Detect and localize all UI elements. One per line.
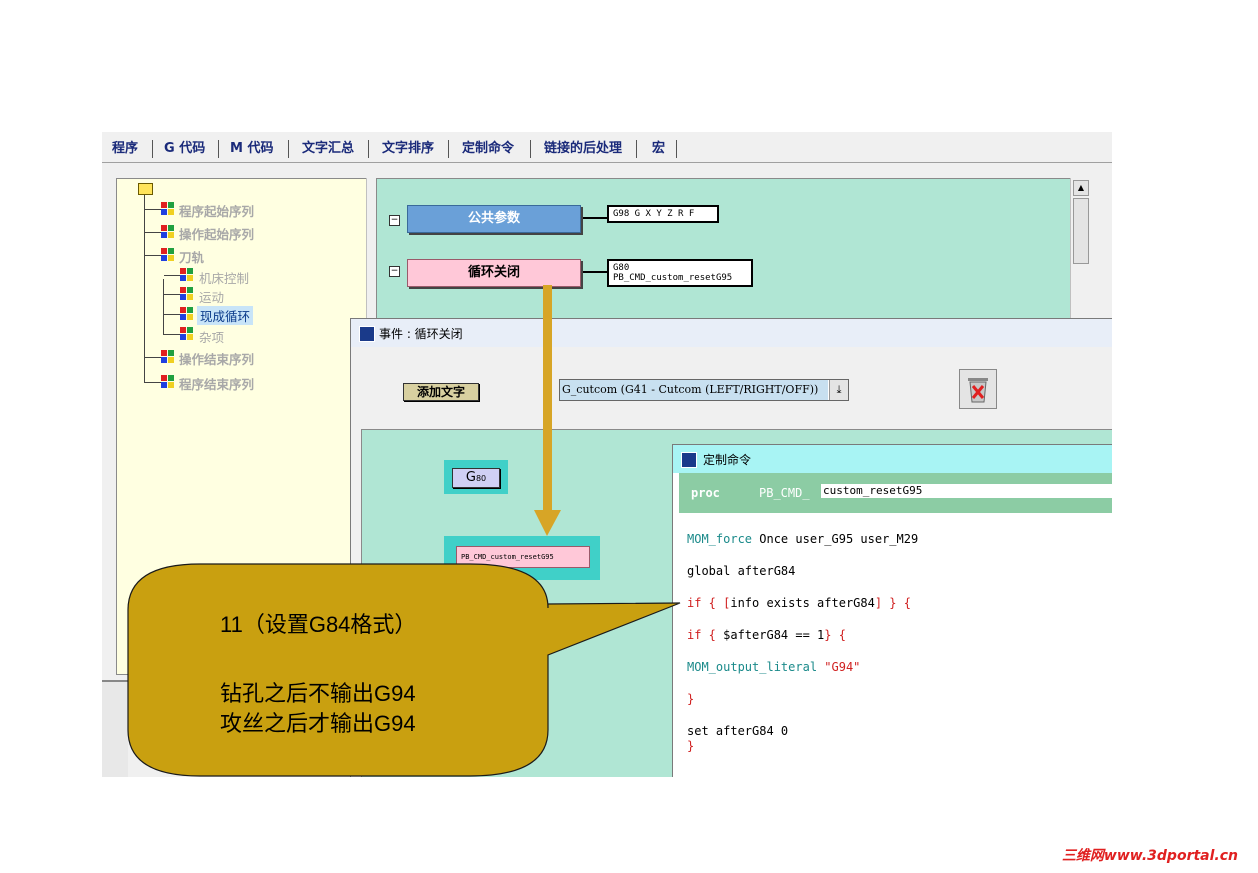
folder-icon [138,183,153,195]
tab-macro[interactable]: 宏 [646,138,671,160]
address-combo[interactable]: G_cutcom (G41 - Cutcom (LEFT/RIGHT/OFF))… [559,379,849,401]
event-scrollbar[interactable]: ▲ [1070,178,1089,318]
cube-icon [161,202,174,215]
cube-icon [161,248,174,261]
tab-program[interactable]: 程序 [106,138,144,160]
g80-block-frame: G80 [444,460,508,494]
tree-item-operation-start[interactable]: 操作起始序列 [179,224,254,243]
event-dialog-titlebar[interactable]: 事件 : 循环关闭 [351,319,1112,347]
cube-icon [180,287,193,300]
tree-item-misc[interactable]: 杂项 [199,327,224,346]
add-text-button[interactable]: 添加文字 [403,383,479,401]
sequence-tree: 程序起始序列 操作起始序列 刀轨 机床控制 运动 现成循环 杂项 操作结束序列 … [116,178,368,675]
tab-m-code[interactable]: M 代码 [224,138,279,160]
trash-icon [968,378,988,403]
g80-block[interactable]: G80 [452,468,500,488]
tree-item-operation-end[interactable]: 操作结束序列 [179,349,254,368]
tab-word-summary[interactable]: 文字汇总 [296,138,360,160]
background-window-strip [102,680,128,777]
callout-line-3: 攻丝之后才输出G94 [220,711,416,736]
dropdown-arrow-icon[interactable]: ⤓ [829,380,848,400]
cube-icon [180,268,193,281]
tree-item-motion[interactable]: 运动 [199,287,224,306]
trash-button[interactable] [959,369,997,409]
tab-custom-command[interactable]: 定制命令 [456,138,520,160]
event-dialog-title: 事件 : 循环关闭 [379,327,463,341]
tab-g-code[interactable]: G 代码 [158,138,211,160]
event-panel: − 公共参数 G98 G X Y Z R F − 循环关闭 G80 PB_CMD… [376,178,1072,320]
scroll-up-icon[interactable]: ▲ [1073,180,1089,196]
custom-command-title: 定制命令 [703,453,752,467]
cube-icon [180,307,193,320]
tree-item-toolpath[interactable]: 刀轨 [179,247,204,266]
tree-item-program-end[interactable]: 程序结束序列 [179,374,254,393]
tab-linked-posts[interactable]: 链接的后处理 [538,138,628,160]
tree-item-program-start[interactable]: 程序起始序列 [179,201,254,220]
cycle-off-code: G80 PB_CMD_custom_resetG95 [607,259,753,287]
tree-item-canned-cycle[interactable]: 现成循环 [197,306,254,325]
tree-item-machine-control[interactable]: 机床控制 [199,268,249,287]
cube-icon [161,350,174,363]
address-combo-value: G_cutcom (G41 - Cutcom (LEFT/RIGHT/OFF)) [560,380,828,400]
window-icon [359,326,375,342]
watermark: 三维网www.3dportal.cn [1061,848,1238,864]
common-params-code: G98 G X Y Z R F [607,205,719,223]
cycle-off-block[interactable]: 循环关闭 [407,259,581,287]
proc-name-input[interactable]: custom_resetG95 [821,484,1112,498]
tab-word-sequence[interactable]: 文字排序 [376,138,440,160]
proc-prefix: PB_CMD_ [759,486,810,500]
window-icon [681,452,697,468]
cube-icon [180,327,193,340]
cube-icon [161,375,174,388]
callout-line-1: 11（设置G84格式） [220,612,417,637]
tab-bar: 程序 G 代码 M 代码 文字汇总 文字排序 定制命令 链接的后处理 宏 [102,132,1112,163]
proc-keyword: proc [691,486,720,500]
scroll-thumb[interactable] [1073,198,1089,264]
callout-line-2: 钻孔之后不输出G94 [220,681,416,706]
collapse-icon[interactable]: − [389,266,400,277]
proc-row: proc PB_CMD_ custom_resetG95 [679,473,1112,513]
custom-command-dialog: 定制命令 proc PB_CMD_ custom_resetG95 MOM_fo… [672,444,1112,777]
cube-icon [161,225,174,238]
pb-cmd-block[interactable]: PB_CMD_custom_resetG95 [456,546,590,568]
collapse-icon[interactable]: − [389,215,400,226]
custom-command-titlebar[interactable]: 定制命令 [673,445,1112,473]
common-params-block[interactable]: 公共参数 [407,205,581,233]
pb-cmd-block-frame: PB_CMD_custom_resetG95 [444,536,600,580]
